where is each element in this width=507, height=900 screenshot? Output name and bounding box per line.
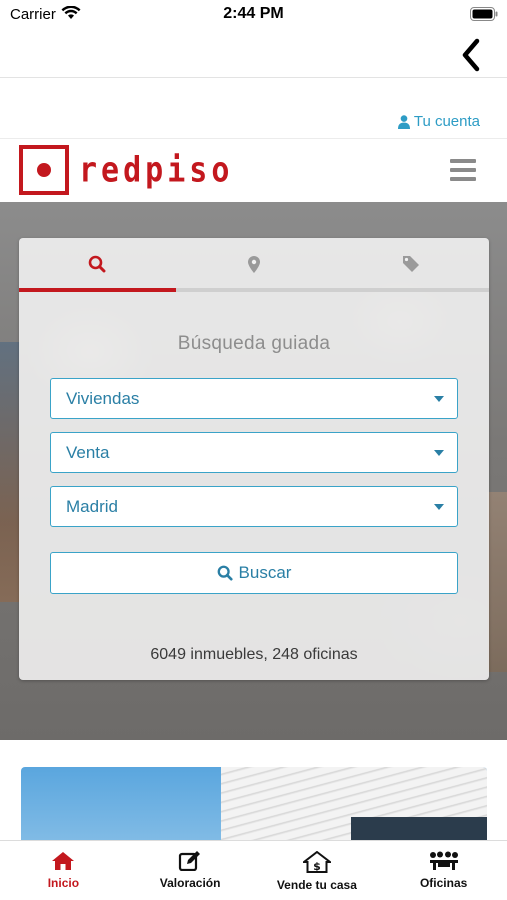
home-icon: [52, 852, 75, 870]
tab-bar-label: Inicio: [47, 876, 80, 890]
logo-mark: [19, 145, 69, 195]
property-type-select[interactable]: Viviendas: [50, 378, 458, 419]
tab-bar-item-inicio[interactable]: Inicio: [0, 841, 127, 900]
tab-bar-item-vende-tu-casa[interactable]: $ Vende tu casa: [254, 841, 381, 900]
promo-image[interactable]: [21, 767, 487, 847]
hero-background-image: [0, 342, 20, 602]
menu-icon[interactable]: [450, 159, 476, 181]
search-button-label: Buscar: [238, 563, 292, 582]
hero-section: Búsqueda guiada Viviendas Venta Madrid B…: [0, 202, 507, 740]
tab-price[interactable]: [333, 238, 489, 290]
map-marker-icon: [248, 255, 260, 273]
chevron-down-icon: [434, 396, 444, 402]
tab-bar-label: Valoración: [159, 876, 221, 890]
operation-value: Venta: [66, 443, 110, 462]
house-dollar-icon: $: [302, 851, 331, 873]
navigation-bar: [0, 30, 507, 78]
bottom-tab-bar: Inicio Valoración $ Vende tu casa Oficin…: [0, 840, 507, 900]
location-select[interactable]: Madrid: [50, 486, 458, 527]
edit-icon: [179, 851, 201, 871]
property-type-value: Viviendas: [66, 389, 140, 408]
tab-bar-item-oficinas[interactable]: Oficinas: [380, 841, 507, 900]
tab-bar-label: Vende tu casa: [276, 878, 357, 892]
office-meeting-icon: [429, 851, 458, 870]
listing-stats: 6049 inmuebles, 248 oficinas: [150, 646, 358, 663]
clock: 2:44 PM: [223, 5, 284, 22]
chevron-down-icon: [434, 450, 444, 456]
tab-location[interactable]: [176, 238, 332, 290]
redpiso-logo[interactable]: redpiso: [19, 145, 233, 195]
search-button[interactable]: Buscar: [50, 552, 458, 594]
account-row: Tu cuenta: [0, 79, 507, 139]
tab-bar-item-valoracion[interactable]: Valoración: [127, 841, 254, 900]
account-link[interactable]: Tu cuenta: [397, 113, 480, 130]
search-icon: [217, 565, 233, 581]
battery-icon: [470, 7, 498, 21]
tag-icon: [403, 256, 419, 272]
user-icon: [397, 114, 410, 129]
search-icon: [88, 255, 106, 273]
search-tabs: [19, 238, 489, 294]
guided-search-title: Búsqueda guiada: [177, 333, 331, 354]
status-bar: Carrier 2:44 PM: [0, 0, 507, 30]
tab-indicator: [19, 288, 489, 292]
svg-text:$: $: [313, 860, 321, 873]
account-label: Tu cuenta: [413, 113, 480, 130]
back-chevron-icon[interactable]: [457, 37, 485, 73]
tab-bar-label: Oficinas: [419, 876, 468, 890]
location-value: Madrid: [66, 497, 118, 516]
tab-search[interactable]: [19, 238, 175, 290]
site-header: redpiso: [0, 140, 507, 202]
operation-select[interactable]: Venta: [50, 432, 458, 473]
chevron-down-icon: [434, 504, 444, 510]
logo-text: redpiso: [79, 149, 234, 191]
search-card: Búsqueda guiada Viviendas Venta Madrid B…: [19, 238, 489, 680]
